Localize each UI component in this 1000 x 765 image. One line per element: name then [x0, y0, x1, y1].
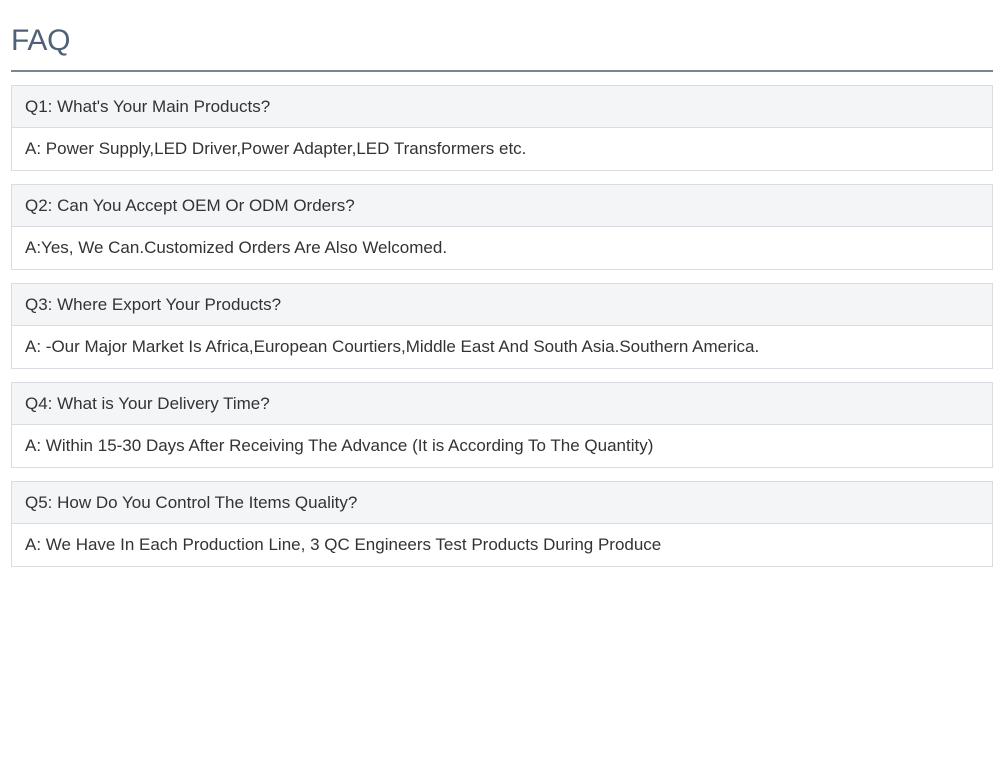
faq-answer: A: Power Supply,LED Driver,Power Adapter… — [12, 128, 992, 170]
faq-question[interactable]: Q4: What is Your Delivery Time? — [12, 383, 992, 425]
faq-item: Q1: What's Your Main Products? A: Power … — [11, 85, 993, 171]
faq-answer: A: -Our Major Market Is Africa,European … — [12, 326, 992, 368]
faq-question[interactable]: Q1: What's Your Main Products? — [12, 86, 992, 128]
faq-answer: A: We Have In Each Production Line, 3 QC… — [12, 524, 992, 566]
title-divider — [11, 70, 993, 72]
faq-question[interactable]: Q5: How Do You Control The Items Quality… — [12, 482, 992, 524]
faq-answer: A: Within 15-30 Days After Receiving The… — [12, 425, 992, 467]
faq-list: Q1: What's Your Main Products? A: Power … — [11, 85, 993, 580]
faq-item: Q3: Where Export Your Products? A: -Our … — [11, 283, 993, 369]
faq-page: FAQ Q1: What's Your Main Products? A: Po… — [11, 0, 993, 580]
faq-answer: A:Yes, We Can.Customized Orders Are Also… — [12, 227, 992, 269]
page-title: FAQ — [11, 24, 71, 57]
faq-item: Q5: How Do You Control The Items Quality… — [11, 481, 993, 567]
faq-question[interactable]: Q2: Can You Accept OEM Or ODM Orders? — [12, 185, 992, 227]
faq-question[interactable]: Q3: Where Export Your Products? — [12, 284, 992, 326]
faq-item: Q4: What is Your Delivery Time? A: Withi… — [11, 382, 993, 468]
faq-item: Q2: Can You Accept OEM Or ODM Orders? A:… — [11, 184, 993, 270]
